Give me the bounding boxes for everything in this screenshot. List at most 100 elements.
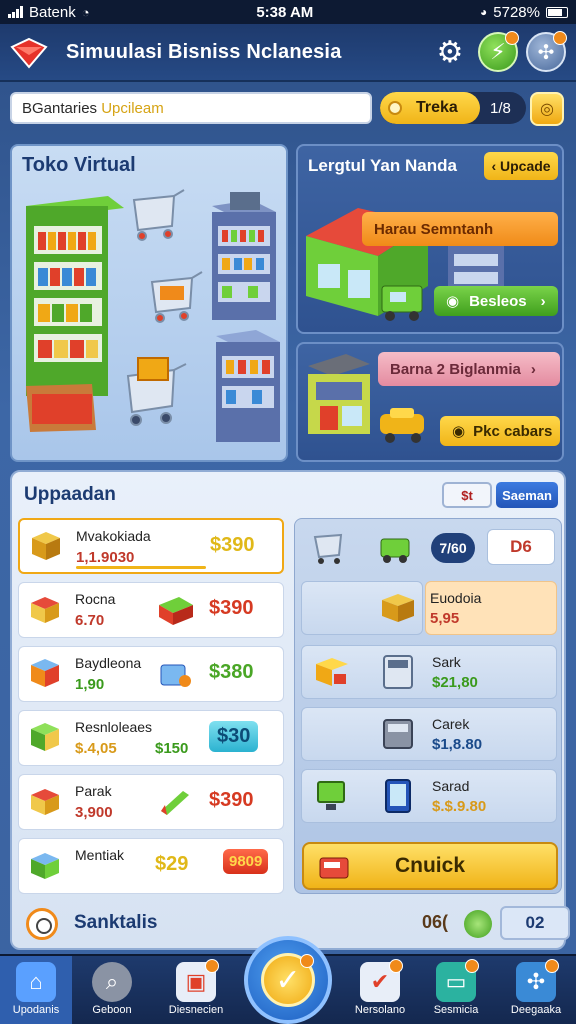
register-icon: ▭	[436, 959, 479, 1002]
item-name: Parak	[75, 783, 112, 799]
item-price: 6.70	[75, 612, 105, 629]
item-name: Mvakokiada	[76, 528, 151, 544]
calculator-icon	[383, 655, 413, 689]
upgrade-option-b[interactable]: ◉ Besleos ›	[434, 286, 558, 316]
shelf-icon	[212, 192, 276, 320]
currency-count: 1/8	[490, 99, 511, 117]
alarm-icon: ◕	[480, 5, 488, 19]
upgrade-item[interactable]: Baydleona 1,90 $380	[18, 646, 284, 702]
item-badge: $390	[209, 789, 254, 811]
truck-icon	[381, 285, 423, 321]
upgrade-item[interactable]: Mentiak $29 9809	[18, 838, 284, 894]
item-name: Resnloleaes	[75, 719, 153, 735]
upgrade-option-a[interactable]: Harau Semntanh	[362, 212, 558, 246]
item-badge: 9809	[223, 849, 269, 874]
shopping-cart-icon	[126, 357, 187, 426]
item-price: $21,80	[432, 674, 478, 691]
search-icon: ⌕	[92, 962, 132, 1002]
item-price: 1,90	[75, 676, 105, 693]
sort-button[interactable]: Saeman	[496, 482, 558, 508]
notification-dot	[505, 31, 519, 45]
item-badge: $30	[209, 721, 259, 752]
coin-icon	[388, 101, 402, 115]
notification-dot	[389, 959, 403, 973]
item-price: 5,95	[430, 610, 460, 627]
item-badge: $390	[210, 534, 255, 556]
upgrade-item[interactable]: Rocna 6.70 $390	[18, 582, 284, 638]
filter-button[interactable]: $t	[442, 482, 492, 508]
upgrade-title: Uppaadan	[24, 484, 116, 505]
inventory-item[interactable]: Sark $21,80	[301, 645, 557, 699]
shopping-cart-icon	[150, 271, 203, 323]
notification-dot	[545, 959, 559, 973]
item-price: 3,900	[75, 804, 113, 821]
shelf-icon	[216, 330, 280, 442]
check-icon: ✓	[261, 953, 315, 1007]
coin-icon: ◉	[452, 423, 466, 440]
currency-pill[interactable]: Treka 1/8	[380, 92, 526, 124]
upgrade-item[interactable]: Resnloleaes $.4,05 $150 $30	[18, 710, 284, 766]
profile-button[interactable]: ✣	[526, 31, 567, 72]
nav-item-search[interactable]: ⌕ Geboon	[76, 956, 148, 1024]
nav-item-home[interactable]: ⌂ Upodanis	[0, 956, 72, 1024]
currency-label: Treka	[416, 99, 458, 116]
puzzle-icon: ✣	[516, 959, 559, 1002]
carrier-label: Batenk	[29, 3, 76, 21]
gem-icon	[464, 910, 492, 938]
toko-virtual-panel: Toko Virtual	[10, 144, 288, 462]
item-badge: $390	[209, 597, 254, 619]
upgrade-option-d[interactable]: ◉ Pkc cabars	[440, 416, 560, 446]
box-icon	[31, 597, 59, 623]
app-title: Simuulasi Bisniss Nclanesia	[66, 40, 342, 63]
upgrade-section: Uppaadan $t Saeman Mvakokiada 1,1.9030 $…	[10, 470, 570, 950]
item-name: Euodoia	[430, 590, 482, 606]
item-name: Rocna	[75, 591, 116, 607]
upgrade-item[interactable]: Mvakokiada 1,1.9030 $390	[18, 518, 284, 574]
battery-icon	[546, 6, 568, 18]
upgrade-item[interactable]: Parak 3,900 $390	[18, 774, 284, 830]
center-action-button[interactable]: ✓	[244, 936, 332, 1024]
boost-button[interactable]: ⚡	[478, 31, 519, 72]
box-icon	[382, 594, 414, 622]
item-price: 1,1.9030	[76, 549, 135, 566]
coin-icon: ◎	[540, 101, 554, 118]
inventory-item[interactable]: Euodoia 5,95	[425, 581, 557, 635]
inventory-item[interactable]: Carek $1,8.80	[301, 707, 557, 761]
settings-button[interactable]: ⚙	[430, 32, 470, 72]
inventory-item[interactable]: Sarad $.$.9.80	[301, 769, 557, 823]
box-icon	[31, 659, 59, 687]
clock: 5:38 AM	[256, 3, 314, 21]
monitor-icon	[317, 781, 345, 810]
open-box-icon	[31, 789, 59, 815]
register-icon	[319, 857, 349, 879]
nav-item-register[interactable]: ▭ Sesmicia	[420, 956, 492, 1024]
gear-icon: ⚙	[436, 35, 464, 69]
tablet-icon	[385, 779, 411, 813]
calculator-icon	[160, 664, 191, 687]
item-name: Sark	[432, 654, 461, 670]
search-prefix: BGantaries	[22, 100, 98, 117]
store-illustration	[26, 189, 280, 442]
cart-icon	[313, 533, 343, 564]
footer-count[interactable]: 02	[500, 906, 570, 940]
lightning-icon: ⚡	[490, 39, 506, 64]
nav-item-puzzle[interactable]: ✣ Deegaaka	[500, 956, 572, 1024]
battery-percent: 5728%	[493, 3, 540, 21]
search-input[interactable]: BGantaries Upcileam	[10, 92, 372, 124]
chart-icon: ✔	[360, 959, 403, 1002]
market-icon: ▣	[176, 959, 219, 1002]
nav-item-stats[interactable]: ✔ Nersolano	[344, 956, 416, 1024]
coin-shop-button[interactable]: ◎	[530, 92, 564, 126]
cash-register-icon	[383, 719, 413, 749]
inventory-column: 7/60 D6 Euodoia 5,95 Sark $21,80 Carek $…	[294, 518, 562, 894]
nav-item-market[interactable]: ▣ Diesnecien	[160, 956, 232, 1024]
wifi-icon: ◔	[81, 4, 90, 20]
app-logo-icon	[10, 37, 48, 69]
item-price: $.4,05	[75, 740, 117, 757]
item-price: $1,8.80	[432, 736, 483, 753]
upgrade-option-c[interactable]: Barna 2 Biglanmia ›	[378, 352, 560, 386]
quick-action-button[interactable]: Cnuick	[302, 842, 558, 890]
item-name: Baydleona	[75, 655, 142, 671]
capacity-chip: 7/60	[431, 533, 475, 563]
target-icon	[26, 908, 58, 940]
